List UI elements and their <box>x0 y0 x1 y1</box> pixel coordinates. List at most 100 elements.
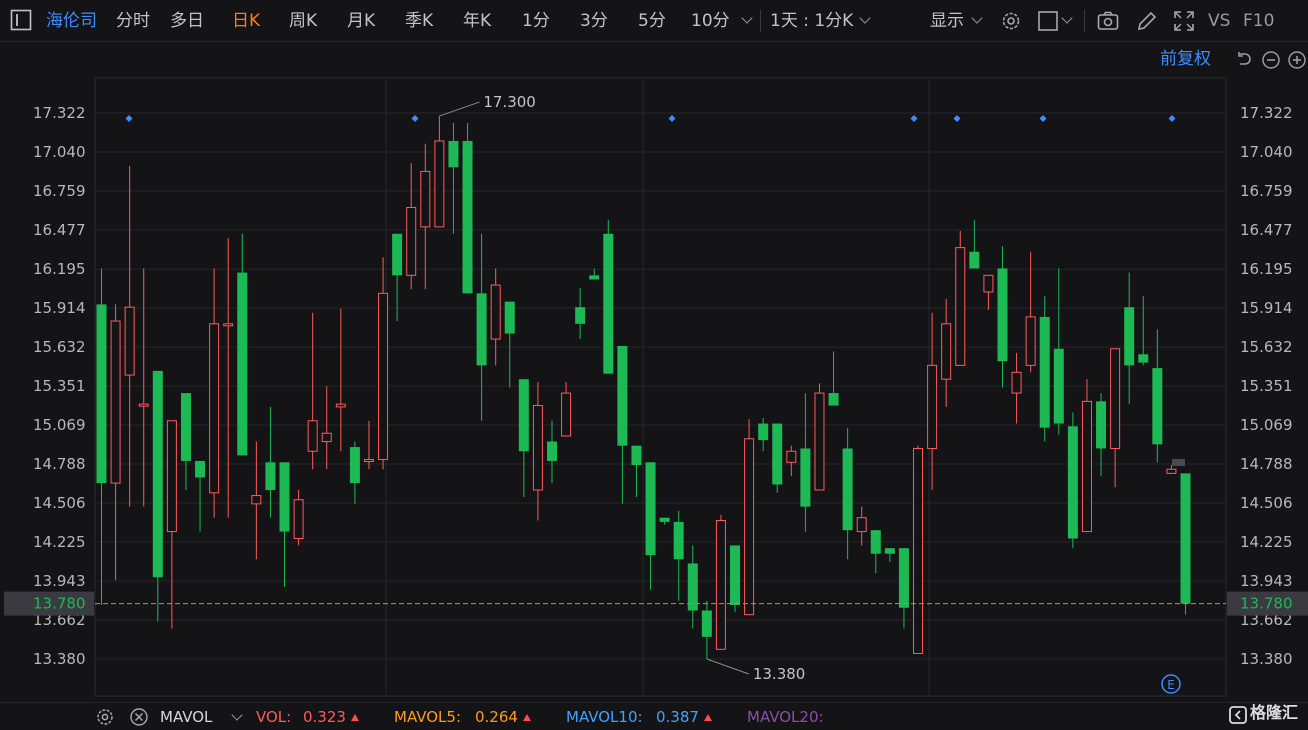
candle-body <box>631 445 642 466</box>
tab-period-10[interactable]: 10分 <box>691 10 730 32</box>
interval-select[interactable]: 1天 : 1分K <box>770 10 853 32</box>
candle[interactable] <box>1039 296 1050 442</box>
tab-period-2[interactable]: 日K <box>232 10 260 32</box>
vol-value: 0.323 <box>303 707 359 727</box>
gear-icon[interactable] <box>95 707 115 727</box>
candle[interactable] <box>913 445 924 654</box>
candle[interactable] <box>955 231 966 366</box>
tab-period-3[interactable]: 周K <box>289 10 317 32</box>
candle-body <box>617 345 628 446</box>
candle[interactable] <box>1081 379 1092 533</box>
y-tick-right: 16.477 <box>1240 221 1293 239</box>
candle[interactable] <box>730 545 741 612</box>
square-icon[interactable] <box>1037 10 1059 32</box>
candle-body <box>335 403 346 408</box>
y-tick-left: 15.069 <box>33 416 86 434</box>
gear-icon[interactable] <box>999 9 1023 33</box>
candle-body <box>195 460 206 478</box>
candle-body <box>223 323 234 327</box>
candle[interactable] <box>744 419 755 616</box>
candle-body <box>955 247 966 366</box>
candle-body <box>321 432 332 443</box>
candle-body <box>645 462 656 556</box>
logo-text: 格隆汇 <box>1250 703 1299 722</box>
chevron-down-icon[interactable] <box>1061 12 1073 24</box>
candle-body <box>349 447 360 484</box>
y-tick-right: 15.914 <box>1240 299 1293 317</box>
candle-body <box>1081 400 1092 533</box>
close-icon[interactable] <box>129 707 149 727</box>
candle-body <box>532 405 543 491</box>
candle[interactable] <box>1067 412 1078 549</box>
f10-button[interactable]: F10 <box>1243 10 1274 32</box>
chevron-down-icon[interactable] <box>741 12 753 24</box>
candle[interactable] <box>814 383 825 491</box>
candle-body <box>1180 473 1191 604</box>
toolbar: 海伦司 分时 多日 日K 周K 月K 季K 年K 1分 3分 5分 10分 1天… <box>0 0 1308 42</box>
undo-icon[interactable] <box>1234 50 1254 70</box>
y-tick-right: 13.943 <box>1240 572 1293 590</box>
event-marker-label: E <box>1167 678 1175 692</box>
candle-body <box>1124 307 1135 366</box>
tab-period-0[interactable]: 分时 <box>116 10 150 32</box>
candle-body <box>279 462 290 532</box>
candle[interactable] <box>603 219 614 374</box>
indicator-name[interactable]: MAVOL <box>160 707 212 727</box>
y-tick-right: 14.788 <box>1240 455 1293 473</box>
tab-period-9[interactable]: 5分 <box>638 10 666 32</box>
candle-body <box>1025 316 1036 366</box>
y-tick-left: 14.788 <box>33 455 86 473</box>
stock-name[interactable]: 海伦司 <box>46 10 97 32</box>
candle[interactable] <box>462 122 473 294</box>
candle-body <box>180 393 191 461</box>
current-bar-marker <box>1172 458 1185 466</box>
candlestick-chart[interactable]: 17.322 17.322 17.040 17.040 16.759 16.759 16.4… <box>0 42 1308 702</box>
tab-period-8[interactable]: 3分 <box>580 10 608 32</box>
tab-period-4[interactable]: 月K <box>347 10 375 32</box>
candle-body <box>842 448 853 531</box>
candle-body <box>1039 316 1050 428</box>
camera-icon[interactable] <box>1096 9 1120 33</box>
y-tick-left: 15.351 <box>33 377 86 395</box>
toolbar-divider <box>760 10 761 32</box>
candle[interactable] <box>1180 473 1191 615</box>
low-label: 13.380 <box>753 665 806 683</box>
candle[interactable] <box>715 514 726 650</box>
candle-body <box>1166 468 1177 474</box>
y-tick-right: 17.040 <box>1240 143 1293 161</box>
pen-icon[interactable] <box>1135 9 1159 33</box>
mavol10-value: 0.387 <box>656 707 712 727</box>
candle-body <box>701 610 712 637</box>
tab-period-6[interactable]: 年K <box>463 10 491 32</box>
zoom-in-icon[interactable] <box>1287 50 1307 70</box>
tab-period-7[interactable]: 1分 <box>522 10 550 32</box>
candle-body <box>518 379 529 452</box>
vs-button[interactable]: VS <box>1208 10 1230 32</box>
y-tick-right: 15.069 <box>1240 416 1293 434</box>
candle-body <box>1011 371 1022 394</box>
toolbar-divider <box>1084 10 1085 32</box>
price-adjust-toggle[interactable]: 前复权 <box>1160 48 1211 70</box>
candle-body <box>448 140 459 168</box>
candle[interactable] <box>772 423 783 493</box>
y-tick-left: 13.380 <box>33 650 86 668</box>
candle-body <box>1096 401 1107 449</box>
chevron-down-icon[interactable] <box>971 12 983 24</box>
candle-body <box>744 438 755 616</box>
tab-period-5[interactable]: 季K <box>405 10 433 32</box>
candle-body <box>166 420 177 533</box>
fullscreen-icon[interactable] <box>1172 9 1196 33</box>
kline-chart-area[interactable]: 17.322 17.322 17.040 17.040 16.759 16.759 16.4… <box>0 42 1308 702</box>
tab-period-1[interactable]: 多日 <box>170 10 204 32</box>
mavol5-label: MAVOL5: <box>394 708 462 726</box>
candle-body <box>265 462 276 491</box>
zoom-out-icon[interactable] <box>1261 50 1281 70</box>
candle-body <box>124 306 135 376</box>
candle-body <box>392 233 403 276</box>
display-menu[interactable]: 显示 <box>930 10 964 32</box>
sidebar-toggle-icon[interactable] <box>10 9 32 31</box>
candle-body <box>504 301 515 334</box>
chevron-down-icon[interactable] <box>859 12 871 24</box>
candle-body <box>546 441 557 461</box>
chevron-down-icon[interactable] <box>231 709 243 721</box>
